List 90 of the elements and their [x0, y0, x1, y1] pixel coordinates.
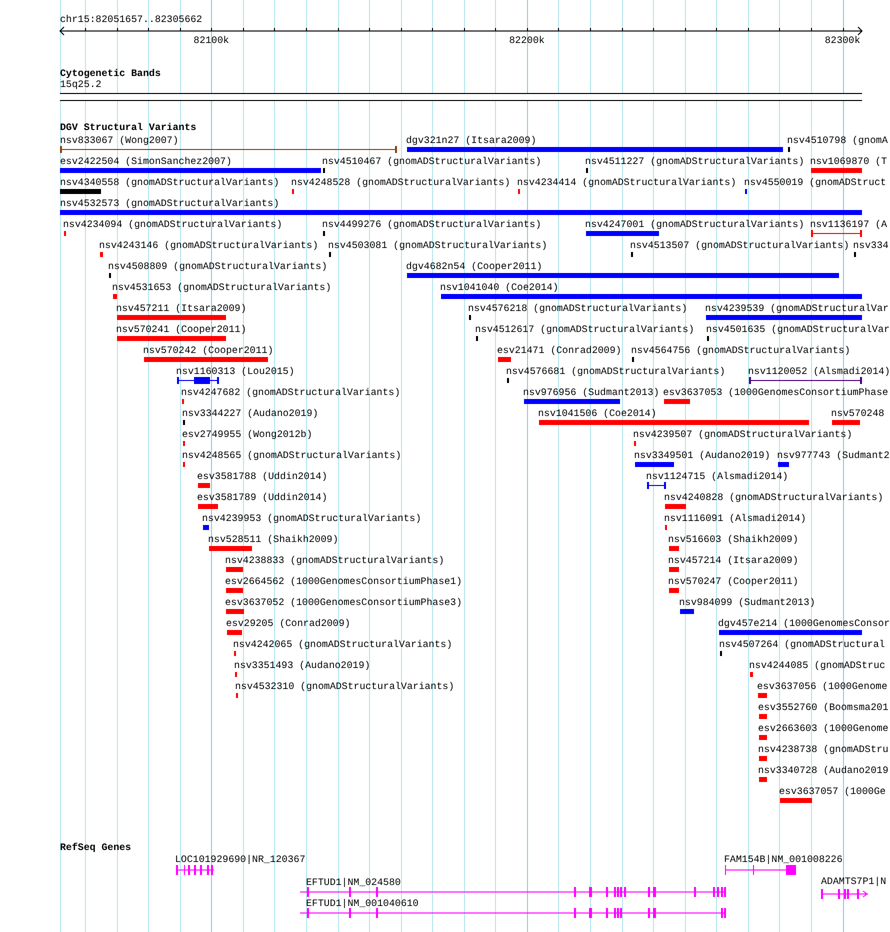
variant-label: nsv976956 (Sudmant2013): [523, 387, 660, 398]
variant-label: nsv4550019 (gnomADStruct: [744, 177, 886, 188]
ruler-tick-label: 82200k: [508, 35, 546, 46]
variant-label: nsv3344227 (Audano2019): [182, 408, 318, 419]
variant-label: nsv3351493 (Audano2019): [234, 660, 370, 671]
variant-label: esv2422504 (SimonSanchez2007): [60, 156, 232, 167]
variant-label: nsv1116091 (Alsmadi2014): [664, 513, 806, 524]
variant-label: nsv4340558 (gnomADStructuralVariants): [60, 177, 280, 188]
variant-label: esv2749955 (Wong2012b): [182, 429, 312, 440]
variant-label: nsv3349501 (Audano2019): [634, 450, 770, 461]
variant-label: nsv1041040 (Coe2014): [440, 282, 559, 293]
ruler-tick-label: 82100k: [192, 35, 230, 46]
variant-label: nsv4510798 (gnomA: [787, 135, 888, 146]
variant-label: nsv4234414 (gnomADStructuralVariants): [517, 177, 736, 188]
variant-label: nsv4511227 (gnomADStructuralVariants): [585, 156, 804, 167]
variant-label: esv3637053 (1000GenomesConsortiumPhase: [663, 387, 888, 398]
variant-label: nsv570242 (Cooper2011): [143, 345, 274, 356]
variant-label: esv3637057 (1000Ge: [779, 786, 886, 797]
gene-label: FAM154B|NM_001008226: [724, 854, 843, 865]
variant-label: nsv4503081 (gnomADStructuralVariants): [328, 240, 548, 251]
variant-label: esv2663603 (1000Genome: [758, 723, 888, 734]
variant-label: nsv3340728 (Audano2019: [758, 765, 888, 776]
variant-label: esv29205 (Conrad2009): [226, 618, 350, 629]
variant-label: nsv528511 (Shaikh2009): [208, 534, 338, 545]
band-label: 15q25.2: [60, 79, 102, 90]
track-title: Cytogenetic Bands: [60, 68, 161, 79]
variant-label: nsv516603 (Shaikh2009): [668, 534, 798, 545]
variant-label: nsv4532573 (gnomADStructuralVariants): [60, 198, 280, 209]
variant-label: nsv4513507 (gnomADStructuralVariants): [630, 240, 850, 251]
variant-label: nsv4499276 (gnomADStructuralVariants): [322, 219, 542, 230]
variant-label: dgv457e214 (1000GenomesConsor: [718, 618, 890, 629]
variant-label: nsv4564756 (gnomADStructuralVariants): [631, 345, 850, 356]
variant-label: esv2664562 (1000GenomesConsortiumPhase1): [225, 576, 462, 587]
variant-label: esv3637056 (1000Genome: [757, 681, 888, 692]
variant-label: nsv1069870 (T: [810, 156, 888, 167]
variant-label: nsv4501635 (gnomADStructuralVar: [706, 324, 890, 335]
variant-label: nsv4239507 (gnomADStructuralVariants): [633, 429, 852, 440]
gene-model-drawing: [821, 889, 868, 899]
variant-label: nsv457214 (Itsara2009): [668, 555, 798, 566]
variant-label: esv3581789 (Uddin2014): [197, 492, 328, 503]
variant-label: nsv570247 (Cooper2011): [668, 576, 798, 587]
variant-label: nsv457211 (Itsara2009): [116, 303, 246, 314]
variant-label: nsv4247001 (gnomADStructuralVariants): [585, 219, 804, 230]
variant-label: nsv4248528 (gnomADStructuralVariants): [291, 177, 510, 188]
variant-label: dgv4682n54 (Cooper2011): [406, 261, 542, 272]
variant-label: nsv4512617 (gnomADStructuralVariants): [475, 324, 694, 335]
variant-label: dgv321n27 (Itsara2009): [406, 135, 536, 146]
variant-label: nsv1120052 (Alsmadi2014): [748, 366, 890, 377]
variant-label: nsv4532310 (gnomADStructuralVariants): [235, 681, 454, 692]
gene-label: ADAMTS7P1|N: [821, 876, 886, 887]
variant-label: nsv833067 (Wong2007): [60, 135, 179, 146]
variant-label: nsv4510467 (gnomADStructuralVariants): [322, 156, 542, 167]
gene-model-drawing: [176, 865, 216, 875]
variant-label: nsv4243146 (gnomADStructuralVariants): [99, 240, 318, 251]
variant-label: nsv4576681 (gnomADStructuralVariants): [506, 366, 726, 377]
variant-label: nsv4238738 (gnomADStru: [758, 744, 888, 755]
variant-label: nsv4576218 (gnomADStructuralVariants): [468, 303, 688, 314]
variant-label: esv3552760 (Boomsma201: [758, 702, 888, 713]
variant-label: nsv977743 (Sudmant2: [777, 450, 890, 461]
variant-label: nsv4239953 (gnomADStructuralVariants): [202, 513, 422, 524]
gene-label: EFTUD1|NM_001040610: [306, 898, 419, 909]
variant-label: nsv334: [853, 240, 889, 251]
gene-label: LOC101929690|NR_120367: [175, 854, 306, 865]
location-label: chr15:82051657..82305662: [60, 14, 202, 25]
variant-label: nsv570241 (Cooper2011): [116, 324, 246, 335]
variant-label: esv3637052 (1000GenomesConsortiumPhase3): [225, 597, 462, 608]
variant-label: nsv1136197 (A: [810, 219, 888, 230]
variant-label: nsv4508809 (gnomADStructuralVariants): [108, 261, 328, 272]
variant-label: nsv4507264 (gnomADStructural: [719, 639, 885, 650]
variant-label: nsv4238833 (gnomADStructuralVariants): [225, 555, 444, 566]
variant-label: nsv4247682 (gnomADStructuralVariants): [181, 387, 400, 398]
variant-label: nsv4244085 (gnomADStruc: [749, 660, 886, 671]
variant-label: nsv4531653 (gnomADStructuralVariants): [112, 282, 332, 293]
variant-label: nsv4242065 (gnomADStructuralVariants): [233, 639, 452, 650]
variant-label: nsv4248565 (gnomADStructuralVariants): [182, 450, 402, 461]
track-title: RefSeq Genes: [60, 842, 132, 853]
variant-label: nsv984099 (Sudmant2013): [679, 597, 816, 608]
variant-label: nsv1160313 (Lou2015): [176, 366, 295, 377]
variant-label: esv3581788 (Uddin2014): [197, 471, 328, 482]
variant-label: nsv570248: [831, 408, 884, 419]
track-title: DGV Structural Variants: [60, 122, 196, 133]
variant-label: nsv1041506 (Coe2014): [538, 408, 657, 419]
gene-label: EFTUD1|NM_024580: [306, 877, 401, 888]
variant-label: esv21471 (Conrad2009): [497, 345, 622, 356]
variant-label: nsv1124715 (Alsmadi2014): [646, 471, 788, 482]
variant-label: nsv4239539 (gnomADStructuralVar: [705, 303, 889, 314]
variant-label: nsv4240828 (gnomADStructuralVariants): [664, 492, 884, 503]
gene-model-drawing: [725, 865, 797, 875]
ruler-tick-label: 82300k: [824, 35, 862, 46]
variant-label: nsv4234094 (gnomADStructuralVariants): [63, 219, 282, 230]
